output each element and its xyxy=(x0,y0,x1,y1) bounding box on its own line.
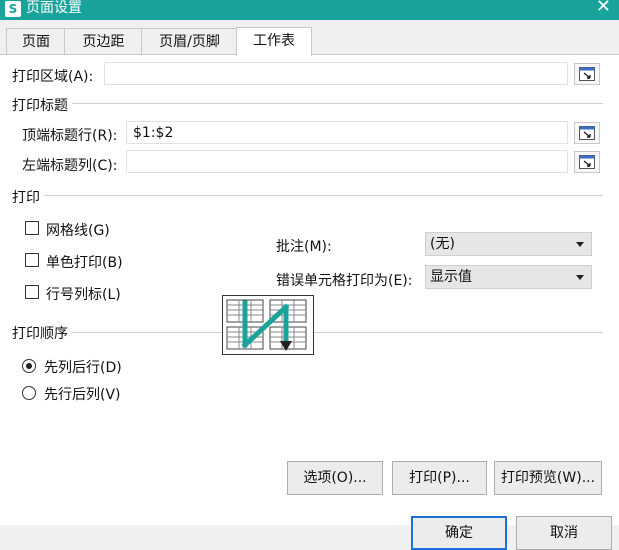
comments-select[interactable]: (无) xyxy=(425,232,592,256)
left-cols-label: 左端标题列(C): xyxy=(22,158,118,174)
print-titles-divider xyxy=(12,103,603,104)
chevron-down-icon xyxy=(576,275,584,280)
gridlines-label[interactable]: 网格线(G) xyxy=(46,220,110,240)
tab-margins[interactable]: 页边距 xyxy=(64,28,143,55)
print-divider xyxy=(12,195,603,196)
tab-sheet[interactable]: 工作表 xyxy=(236,27,312,56)
row-col-headings-checkbox[interactable] xyxy=(25,285,39,299)
top-rows-label: 顶端标题行(R): xyxy=(22,128,118,144)
print-area-label: 打印区域(A): xyxy=(12,69,94,85)
comments-label: 批注(M): xyxy=(276,239,332,255)
down-then-over-label[interactable]: 先列后行(D) xyxy=(44,357,122,377)
mono-print-checkbox[interactable] xyxy=(25,253,39,267)
over-then-down-label[interactable]: 先行后列(V) xyxy=(44,384,121,404)
top-rows-input[interactable]: $1:$2 xyxy=(126,121,568,144)
print-order-group-title: 打印顺序 xyxy=(12,323,72,343)
print-area-input[interactable] xyxy=(104,62,568,85)
chevron-down-icon xyxy=(576,242,584,247)
print-group-title: 打印 xyxy=(12,187,44,207)
title-bar: S 页面设置 ✕ xyxy=(0,0,619,20)
cell-errors-selected-value: 显示值 xyxy=(430,269,472,285)
left-cols-picker-button[interactable] xyxy=(574,151,600,173)
range-picker-icon xyxy=(579,155,595,169)
gridlines-checkbox[interactable] xyxy=(25,221,39,235)
cancel-button[interactable]: 取消 xyxy=(516,516,612,550)
row-col-headings-label[interactable]: 行号列标(L) xyxy=(46,284,121,304)
cell-errors-select[interactable]: 显示值 xyxy=(425,265,592,289)
page-order-diagram-icon xyxy=(222,295,314,355)
left-cols-input[interactable] xyxy=(126,150,568,173)
over-then-down-radio[interactable] xyxy=(22,386,36,400)
down-then-over-radio[interactable] xyxy=(22,359,36,373)
comments-selected-value: (无) xyxy=(430,236,455,252)
tab-header-footer[interactable]: 页眉/页脚 xyxy=(141,28,238,55)
print-button[interactable]: 打印(P)... xyxy=(392,461,487,495)
options-button[interactable]: 选项(O)... xyxy=(287,461,383,495)
app-logo-icon: S xyxy=(5,1,21,17)
range-picker-icon xyxy=(579,126,595,140)
print-titles-group-title: 打印标题 xyxy=(12,95,72,115)
print-preview-button[interactable]: 打印预览(W)... xyxy=(494,461,602,495)
close-icon[interactable]: ✕ xyxy=(596,0,611,17)
range-picker-icon xyxy=(579,67,595,81)
tab-page[interactable]: 页面 xyxy=(6,28,66,55)
print-area-picker-button[interactable] xyxy=(574,63,600,85)
ok-button[interactable]: 确定 xyxy=(411,516,507,550)
mono-print-label[interactable]: 单色打印(B) xyxy=(46,252,123,272)
cell-errors-label: 错误单元格打印为(E): xyxy=(276,273,413,289)
top-rows-picker-button[interactable] xyxy=(574,122,600,144)
window-title: 页面设置 xyxy=(26,0,82,16)
